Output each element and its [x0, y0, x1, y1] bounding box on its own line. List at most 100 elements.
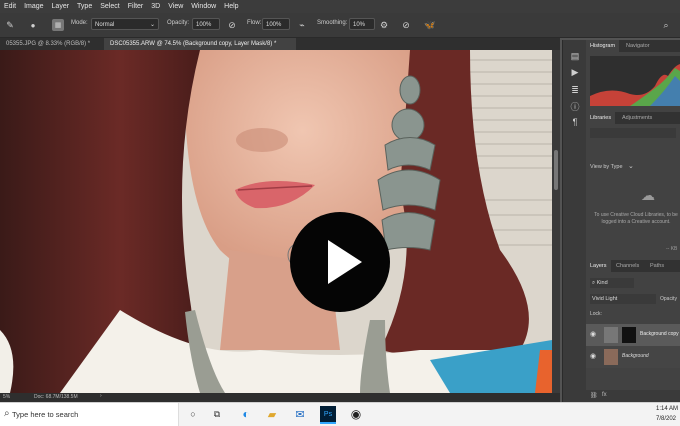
menu-3d[interactable]: 3D [147, 3, 164, 10]
portrait-photo [0, 50, 552, 393]
date-label[interactable]: 7/8/202 [656, 416, 676, 422]
tab-histogram-label: Histogram [590, 43, 616, 49]
pressure-opacity-icon[interactable]: ⊘ [226, 18, 238, 32]
properties-icon[interactable]: ≣ [569, 84, 581, 96]
app-icon[interactable]: ◉ [348, 406, 364, 422]
file-explorer-icon[interactable]: ▰ [264, 406, 280, 422]
smoothing-label: Smoothing: [317, 20, 348, 26]
menu-select[interactable]: Select [96, 3, 123, 10]
eye-icon[interactable]: ◉ [590, 352, 596, 360]
tab-arw[interactable]: DSC05355.ARW @ 74.5% (Background copy, L… [104, 38, 296, 50]
search-icon[interactable]: ⌕ [660, 18, 672, 32]
tab-paths-label: Paths [650, 263, 665, 269]
tab-channels[interactable]: Channels [612, 260, 643, 272]
chevron-down-icon: ⌄ [149, 22, 155, 28]
status-bar: 5% Doc: 68.7M/138.5M › [0, 393, 560, 402]
layer-opacity-label: Opacity [660, 296, 677, 302]
play-icon [328, 240, 362, 284]
chevron-down-icon: ⌄ [628, 163, 634, 170]
taskbar-search[interactable]: ⌕ Type here to search [0, 403, 179, 426]
play-action-icon[interactable]: ▶ [569, 66, 581, 78]
airbrush-icon[interactable]: ⌁ [296, 18, 308, 32]
menu-type[interactable]: Type [73, 3, 96, 10]
menu-image[interactable]: Image [20, 3, 47, 10]
tab-libraries[interactable]: Libraries [586, 112, 616, 124]
document-tabs: 05355.JPG @ 8.33% (RGB/8) * DSC05355.ARW… [0, 38, 560, 50]
menu-help[interactable]: Help [220, 3, 242, 10]
menu-edit[interactable]: Edit [0, 3, 20, 10]
blend-mode-value: Vivid Light [592, 296, 618, 302]
info-icon[interactable]: ⓘ [569, 100, 581, 112]
mail-icon[interactable]: ✉ [292, 406, 308, 422]
layer-tabs: Layers Channels Paths [586, 260, 680, 272]
right-panels: Histogram Navigator Libraries Adjustment… [586, 40, 680, 402]
opacity-value: 100% [196, 22, 212, 28]
tab-paths[interactable]: Paths [646, 260, 668, 272]
kb-label: -- KB [666, 246, 678, 252]
edge-icon[interactable]: ◐ [238, 406, 254, 422]
cc-message: To use Creative Cloud Libraries, to be l… [594, 212, 678, 225]
layer-name: Background copy [640, 331, 679, 337]
search-placeholder: Type here to search [12, 410, 79, 419]
kind-value: Kind [596, 280, 608, 286]
layer-row[interactable]: ◉ Background [586, 346, 680, 368]
link-icon[interactable]: ⛓ [590, 392, 598, 399]
options-bar: ✎ ● ▦ Mode: Normal ⌄ Opacity: 100% ⊘ Flow… [0, 13, 680, 38]
canvas-scrollbar[interactable] [552, 50, 560, 393]
flow-field[interactable]: 100% [262, 18, 290, 30]
menu-bar: Edit Image Layer Type Select Filter 3D V… [0, 0, 680, 13]
symmetry-icon[interactable]: 🦋 [424, 18, 436, 32]
canvas-scroll-thumb[interactable] [554, 150, 558, 190]
layer-mask-thumbnail[interactable] [622, 327, 636, 343]
opacity-field[interactable]: 100% [192, 18, 220, 30]
paragraph-icon[interactable]: ¶ [569, 116, 581, 128]
photoshop-icon[interactable]: Ps [320, 406, 336, 424]
layer-row[interactable]: ◉ Background copy [586, 324, 680, 346]
layer-actions-bar: ⛓ fx [586, 390, 680, 402]
mode-select[interactable]: Normal ⌄ [91, 18, 159, 30]
windows-taskbar: ⌕ Type here to search ○ ⧉ ◐ ▰ ✉ Ps ◉ 1:1… [0, 402, 680, 426]
task-view-icon[interactable]: ○ [186, 407, 200, 421]
tab-adjustments-label: Adjustments [622, 115, 653, 121]
zoom-value[interactable]: 5% [3, 394, 10, 400]
time-label[interactable]: 1:14 AM [656, 406, 678, 412]
tab-histogram[interactable]: Histogram [586, 40, 620, 52]
menu-window[interactable]: Window [187, 3, 220, 10]
brush-tool-icon[interactable]: ✎ [4, 19, 16, 31]
eye-icon[interactable]: ◉ [590, 330, 596, 338]
brush-preset-icon[interactable]: ● [26, 18, 40, 32]
smoothing-settings-icon[interactable]: ⚙ [378, 18, 390, 32]
tab-navigator[interactable]: Navigator [622, 40, 654, 52]
image-canvas[interactable] [0, 50, 552, 393]
chevron-right-icon[interactable]: › [100, 393, 102, 399]
brush-settings-icon[interactable]: ▦ [52, 19, 64, 31]
libraries-tabs: Libraries Adjustments [586, 112, 680, 124]
search-icon: ⌕ [592, 280, 596, 286]
flow-label: Flow: [247, 20, 262, 26]
tab-layers[interactable]: Layers [586, 260, 611, 272]
task-switch-icon[interactable]: ⧉ [210, 407, 224, 421]
layer-thumbnail [604, 349, 618, 365]
tab-navigator-label: Navigator [626, 43, 650, 49]
creative-cloud-icon: ☁ [641, 186, 655, 203]
flow-value: 100% [266, 22, 282, 28]
tab-adjustments[interactable]: Adjustments [618, 112, 656, 124]
blend-mode-select[interactable]: Vivid Light [590, 294, 656, 304]
tab-arw-label: DSC05355.ARW @ 74.5% (Background copy, L… [110, 41, 277, 47]
view-by-label[interactable]: View by Type [590, 164, 623, 170]
kind-filter[interactable]: ⌕ Kind [590, 278, 634, 288]
smoothing-field[interactable]: 10% [349, 18, 375, 30]
fx-icon[interactable]: fx [602, 392, 607, 398]
menu-layer[interactable]: Layer [48, 3, 74, 10]
layer-thumbnail [604, 327, 618, 343]
library-search-field[interactable] [590, 128, 676, 138]
mode-label: Mode: [71, 20, 88, 26]
menu-view[interactable]: View [164, 3, 187, 10]
search-icon: ⌕ [4, 408, 10, 419]
history-icon[interactable]: ▤ [569, 50, 581, 62]
video-play-button[interactable] [290, 212, 390, 312]
menu-filter[interactable]: Filter [124, 3, 148, 10]
pressure-size-icon[interactable]: ⊘ [400, 18, 412, 32]
panel-icon-strip: ▤ ▶ ≣ ⓘ ¶ [562, 40, 587, 402]
tab-jpg[interactable]: 05355.JPG @ 8.33% (RGB/8) * [0, 38, 104, 50]
